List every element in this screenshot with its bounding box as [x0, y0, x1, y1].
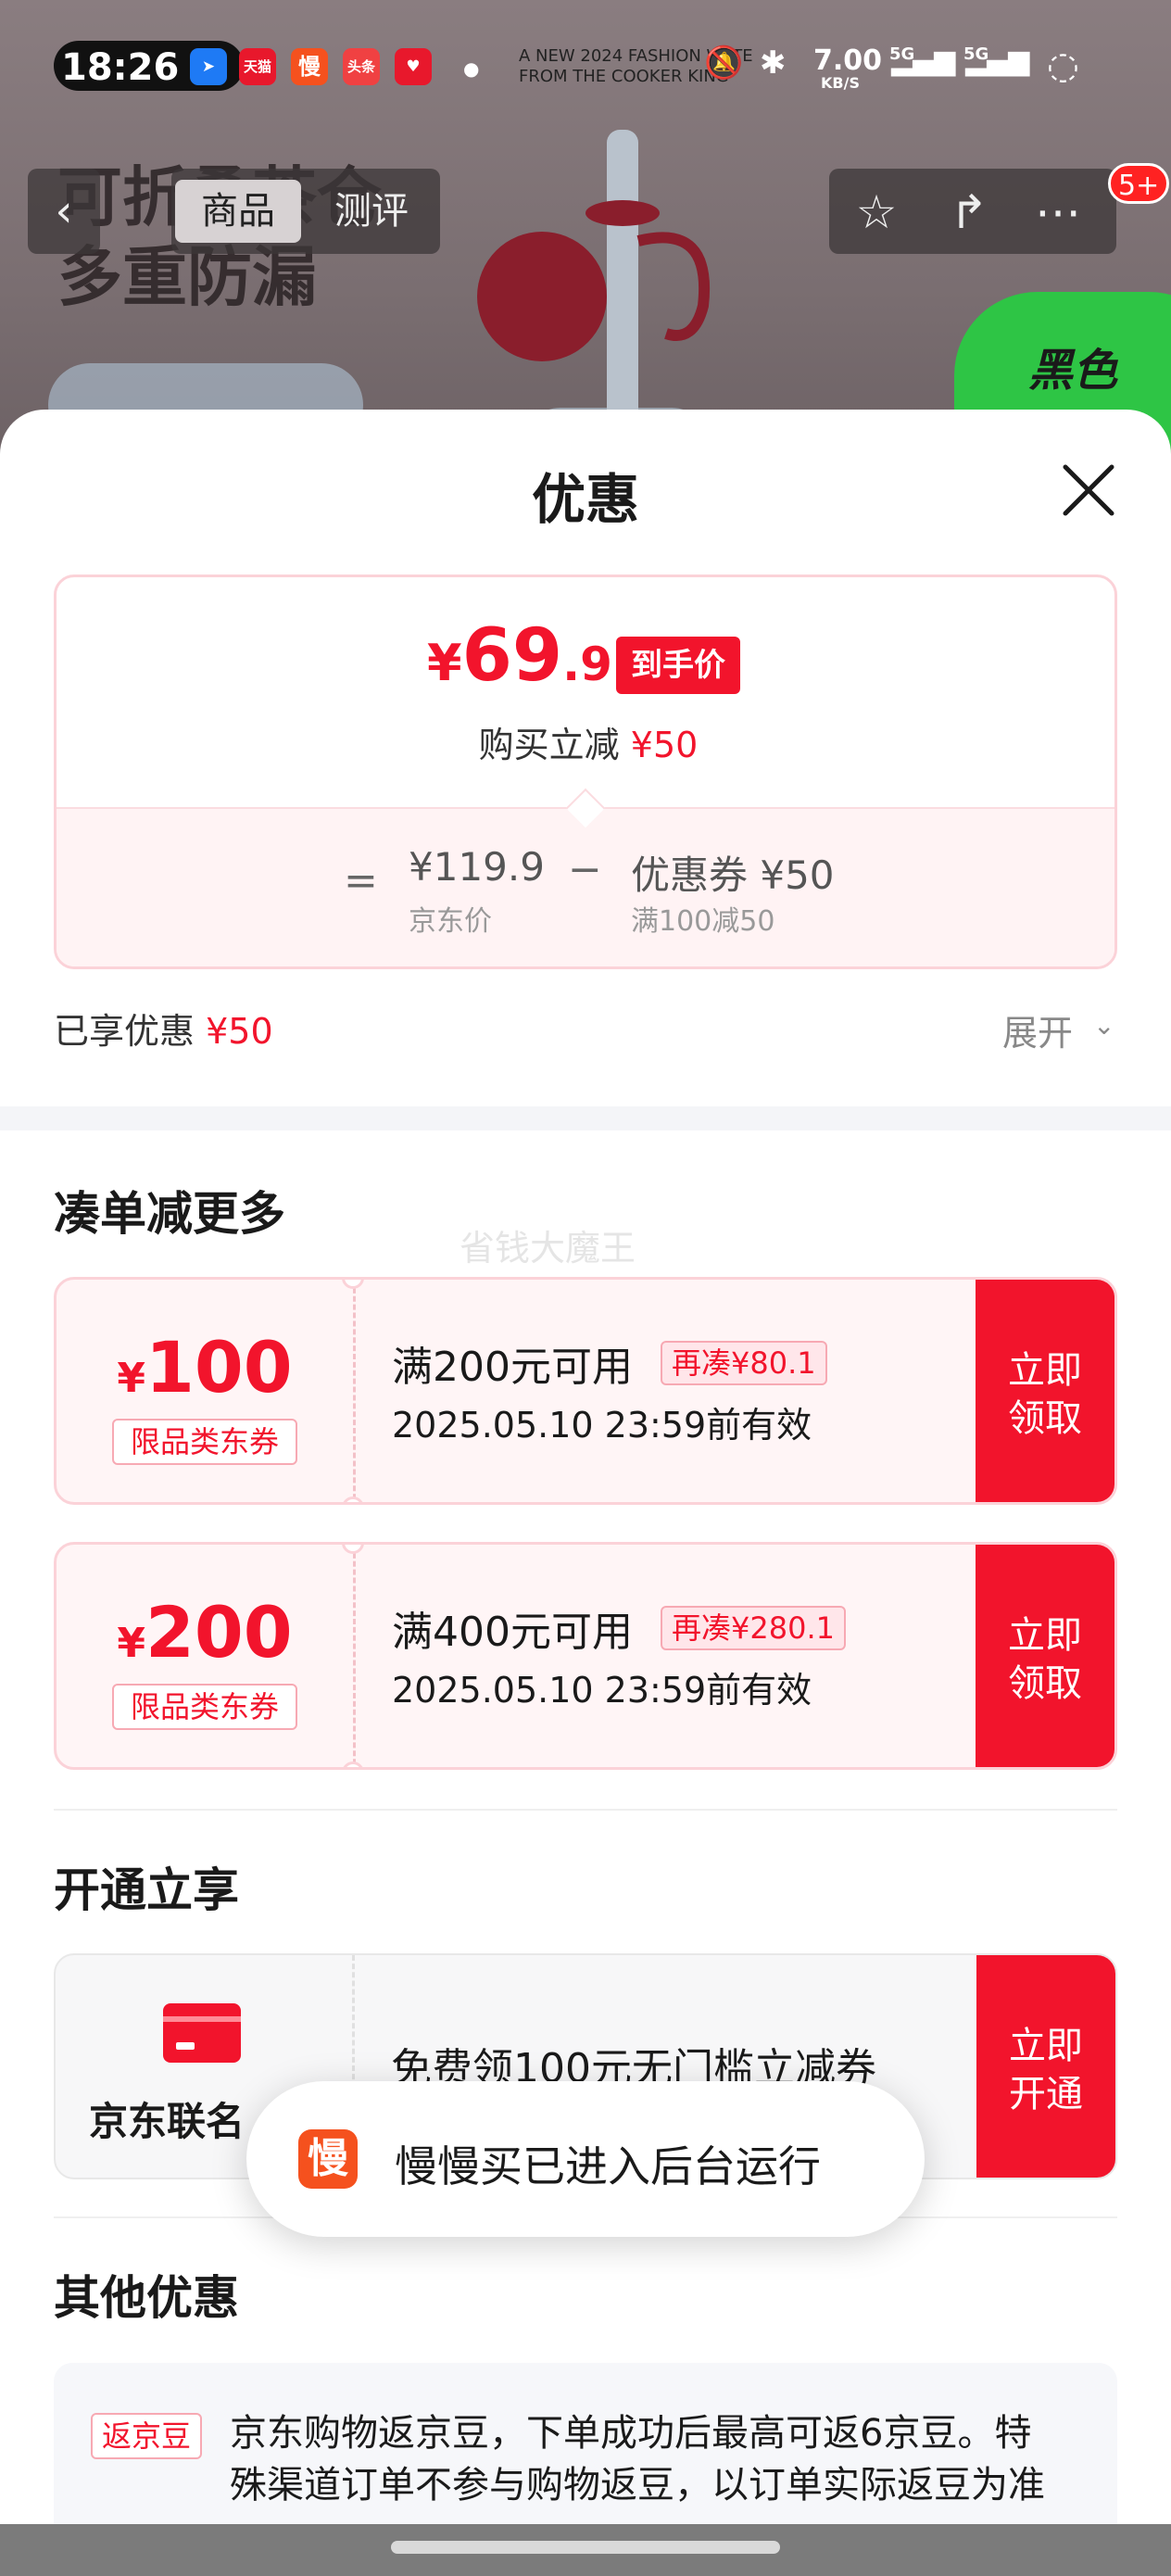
cart-count-badge: 5+: [1108, 163, 1170, 204]
coupon-amount-number: 100: [145, 1326, 293, 1408]
coupon-card: ¥200 限品类东券 满400元可用 再凑¥280.1 2025.05.10 2…: [54, 1542, 1117, 1770]
enjoyed-label: 已享优惠: [54, 1011, 195, 1052]
coupon-value: 优惠券 ¥50: [631, 852, 835, 898]
close-icon[interactable]: [1056, 458, 1121, 523]
coupon-value-area: ¥100 限品类东券: [57, 1280, 353, 1502]
coupon-type-badge: 限品类东券: [112, 1684, 297, 1730]
watermark-text: 省钱大魔王: [460, 1228, 636, 1269]
coupon-yen: ¥: [117, 1355, 145, 1402]
final-price-tag: 到手价: [616, 637, 740, 694]
tmall-icon: 天猫: [239, 48, 276, 85]
section-title-other: 其他优惠: [54, 2271, 239, 2325]
coupon-separator: [353, 1280, 356, 1502]
nav-tabs: 商品 测评: [171, 169, 440, 254]
final-price-decimal: .9: [562, 638, 612, 691]
coupon-amount: ¥100: [57, 1326, 353, 1408]
back-button[interactable]: ‹: [28, 169, 100, 254]
final-price-yen: ¥: [427, 634, 462, 692]
claim-button-label-2: 领取: [1008, 1662, 1082, 1705]
manmanmai-app-icon: 慢: [298, 2129, 358, 2189]
coupon-yen: ¥: [117, 1620, 145, 1667]
jd-price: ¥119.9: [409, 844, 545, 890]
instant-discount-label: 购买立减: [478, 725, 620, 765]
activate-membership-button[interactable]: 立即 开通: [976, 1955, 1115, 2178]
final-price-integer: 69: [461, 614, 563, 698]
section-title-open: 开通立享: [54, 1863, 239, 1917]
equals-sign: =: [344, 857, 378, 904]
color-badge-text: 黑色: [1028, 345, 1118, 397]
divider: [54, 1809, 1117, 1811]
membership-name: 京东联名: [89, 2099, 246, 2144]
section-divider: [0, 1106, 1171, 1130]
coupon-condition: 满400元可用: [392, 1609, 633, 1656]
coupon-gap-badge: 再凑¥280.1: [661, 1606, 846, 1650]
instant-discount-line: 购买立减 ¥50: [57, 716, 1114, 767]
price-breakdown: = ¥119.9 京东价 − 优惠券 ¥50 满100减50: [57, 807, 1114, 966]
enjoyed-amount: ¥50: [206, 1011, 273, 1052]
coupon-amount: ¥200: [57, 1591, 353, 1673]
instant-discount-amount: ¥50: [630, 725, 699, 765]
enjoyed-discount: 已享优惠 ¥50: [54, 1003, 273, 1054]
coupon-separator: [353, 1545, 356, 1767]
coupon-gap-badge: 再凑¥80.1: [661, 1341, 827, 1385]
rebate-text: 京东购物返京豆，下单成功后最高可返6京豆。特殊渠道订单不参与购物返豆，以订单实际…: [230, 2412, 1045, 2507]
coupon-expiry: 2025.05.10 23:59前有效: [392, 1670, 812, 1711]
claim-button-label: 立即: [1008, 1614, 1082, 1657]
sheet-title: 优惠: [531, 468, 639, 531]
activate-button-label-2: 开通: [1009, 2073, 1083, 2115]
section-title-more: 凑单减更多: [54, 1187, 285, 1241]
chevron-down-icon[interactable]: ⌄: [1093, 1010, 1114, 1041]
final-price-card: ¥69.9 到手价 购买立减 ¥50 = ¥119.9 京东价 − 优惠券 ¥5…: [54, 575, 1117, 969]
mute-icon: 🔕: [704, 44, 744, 82]
heart-app-icon: ♥: [395, 48, 432, 85]
net-speed-unit: KB/S: [821, 74, 860, 92]
signal-2-icon: ▂▄▆: [965, 44, 1030, 77]
coupon-rule: 满100减50: [631, 905, 775, 938]
bluetooth-icon: ✱: [760, 44, 787, 82]
cart-icon[interactable]: ⋯: [1031, 185, 1085, 239]
discount-sheet: 优惠 ¥69.9 到手价 购买立减 ¥50 = ¥119.9 京东价 − 优惠券…: [0, 410, 1171, 2576]
status-bar: 18:26 ➤ 天猫 慢 头条 ♥ ● 🔕 ✱ 7.00 KB/S 5G ▂▄▆…: [0, 0, 1171, 139]
dot-icon: ●: [463, 57, 480, 80]
claim-coupon-button[interactable]: 立即 领取: [976, 1545, 1114, 1767]
card-stripe: [163, 2016, 241, 2022]
coupon-amount-number: 200: [145, 1591, 293, 1673]
claim-button-label: 立即: [1008, 1349, 1082, 1392]
signal-1-icon: ▂▄▆: [891, 44, 956, 77]
tab-product[interactable]: 商品: [175, 180, 301, 243]
minus-sign: −: [568, 846, 602, 893]
background-run-toast: 慢 慢慢买已进入后台运行: [246, 2081, 925, 2237]
favorite-star-icon[interactable]: ☆: [850, 185, 903, 239]
manmanmai-icon: 慢: [291, 48, 328, 85]
toutiao-icon: 头条: [343, 48, 380, 85]
coupon-card: ¥100 限品类东券 满200元可用 再凑¥80.1 2025.05.10 23…: [54, 1277, 1117, 1505]
tab-review[interactable]: 测评: [308, 180, 434, 243]
claim-coupon-button[interactable]: 立即 领取: [976, 1280, 1114, 1502]
coupon-value-area: ¥200 限品类东券: [57, 1545, 353, 1767]
rebate-tag: 返京豆: [91, 2413, 203, 2459]
card-chip: [176, 2042, 195, 2050]
activate-button-label: 立即: [1009, 2025, 1083, 2067]
toast-text: 慢慢买已进入后台运行: [395, 2141, 821, 2191]
share-icon[interactable]: ↱: [942, 185, 996, 239]
maps-icon: ➤: [190, 48, 227, 85]
jd-price-label: 京东价: [409, 905, 492, 938]
coupon-expiry: 2025.05.10 23:59前有效: [392, 1405, 812, 1446]
final-price: ¥69.9: [427, 614, 612, 698]
battery-ring-icon: ◌: [1047, 44, 1079, 87]
status-time: 18:26: [61, 46, 180, 89]
coupon-condition: 满200元可用: [392, 1344, 633, 1391]
expand-button[interactable]: 展开: [1002, 1004, 1073, 1055]
nav-actions: ☆ ↱ ⋯: [829, 169, 1116, 254]
home-gesture-handle[interactable]: [391, 2541, 780, 2554]
credit-card-icon: [163, 2003, 241, 2063]
claim-button-label-2: 领取: [1008, 1397, 1082, 1440]
coupon-type-badge: 限品类东券: [112, 1419, 297, 1465]
